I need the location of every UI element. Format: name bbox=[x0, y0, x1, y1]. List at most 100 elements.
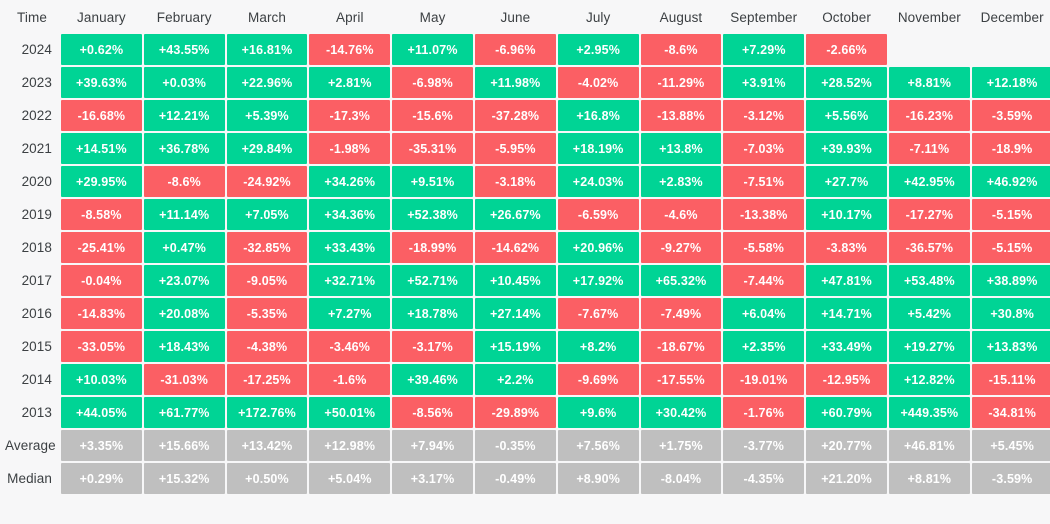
heatmap-cell[interactable]: -7.51% bbox=[723, 166, 804, 197]
heatmap-cell[interactable]: +60.79% bbox=[806, 397, 887, 428]
heatmap-cell[interactable]: -31.03% bbox=[144, 364, 225, 395]
heatmap-cell[interactable]: -25.41% bbox=[61, 232, 142, 263]
heatmap-cell[interactable]: +8.90% bbox=[558, 463, 639, 494]
heatmap-cell[interactable]: +5.56% bbox=[806, 100, 887, 131]
heatmap-cell[interactable]: +11.14% bbox=[144, 199, 225, 230]
heatmap-cell[interactable]: -0.49% bbox=[475, 463, 556, 494]
heatmap-cell[interactable]: +44.05% bbox=[61, 397, 142, 428]
heatmap-cell[interactable]: +13.83% bbox=[972, 331, 1050, 362]
heatmap-cell[interactable]: +46.81% bbox=[889, 430, 970, 461]
heatmap-cell[interactable]: +65.32% bbox=[641, 265, 722, 296]
heatmap-cell[interactable]: -34.81% bbox=[972, 397, 1050, 428]
heatmap-cell[interactable]: -35.31% bbox=[392, 133, 473, 164]
heatmap-cell[interactable]: +15.19% bbox=[475, 331, 556, 362]
heatmap-cell[interactable]: -4.38% bbox=[227, 331, 308, 362]
heatmap-cell[interactable]: -14.62% bbox=[475, 232, 556, 263]
heatmap-cell[interactable]: +172.76% bbox=[227, 397, 308, 428]
heatmap-cell[interactable]: +34.36% bbox=[309, 199, 390, 230]
heatmap-cell[interactable] bbox=[972, 34, 1050, 65]
heatmap-cell[interactable]: +7.29% bbox=[723, 34, 804, 65]
heatmap-cell[interactable]: -9.69% bbox=[558, 364, 639, 395]
heatmap-cell[interactable]: -14.83% bbox=[61, 298, 142, 329]
heatmap-cell[interactable]: +33.43% bbox=[309, 232, 390, 263]
heatmap-cell[interactable]: +9.51% bbox=[392, 166, 473, 197]
heatmap-cell[interactable]: +0.50% bbox=[227, 463, 308, 494]
heatmap-cell[interactable]: +39.63% bbox=[61, 67, 142, 98]
heatmap-cell[interactable]: +3.91% bbox=[723, 67, 804, 98]
heatmap-cell[interactable]: -8.6% bbox=[144, 166, 225, 197]
heatmap-cell[interactable]: -9.27% bbox=[641, 232, 722, 263]
heatmap-cell[interactable]: +12.21% bbox=[144, 100, 225, 131]
heatmap-cell[interactable]: -18.67% bbox=[641, 331, 722, 362]
heatmap-cell[interactable]: +12.18% bbox=[972, 67, 1050, 98]
heatmap-cell[interactable]: +26.67% bbox=[475, 199, 556, 230]
heatmap-cell[interactable]: +61.77% bbox=[144, 397, 225, 428]
heatmap-cell[interactable]: +34.26% bbox=[309, 166, 390, 197]
heatmap-cell[interactable]: +6.04% bbox=[723, 298, 804, 329]
heatmap-cell[interactable]: +20.08% bbox=[144, 298, 225, 329]
heatmap-cell[interactable]: -6.98% bbox=[392, 67, 473, 98]
heatmap-cell[interactable]: +15.32% bbox=[144, 463, 225, 494]
heatmap-cell[interactable]: -1.76% bbox=[723, 397, 804, 428]
heatmap-cell[interactable]: -6.96% bbox=[475, 34, 556, 65]
heatmap-cell[interactable]: +53.48% bbox=[889, 265, 970, 296]
heatmap-cell[interactable]: +14.51% bbox=[61, 133, 142, 164]
heatmap-cell[interactable]: -19.01% bbox=[723, 364, 804, 395]
heatmap-cell[interactable]: -5.15% bbox=[972, 232, 1050, 263]
heatmap-cell[interactable]: -13.38% bbox=[723, 199, 804, 230]
heatmap-cell[interactable]: -16.23% bbox=[889, 100, 970, 131]
heatmap-cell[interactable]: +23.07% bbox=[144, 265, 225, 296]
heatmap-cell[interactable]: +12.82% bbox=[889, 364, 970, 395]
heatmap-cell[interactable]: -17.55% bbox=[641, 364, 722, 395]
heatmap-cell[interactable]: -9.05% bbox=[227, 265, 308, 296]
heatmap-cell[interactable]: +13.8% bbox=[641, 133, 722, 164]
heatmap-cell[interactable]: -3.17% bbox=[392, 331, 473, 362]
heatmap-cell[interactable]: -14.76% bbox=[309, 34, 390, 65]
heatmap-cell[interactable]: -32.85% bbox=[227, 232, 308, 263]
heatmap-cell[interactable]: +5.42% bbox=[889, 298, 970, 329]
heatmap-cell[interactable]: +8.81% bbox=[889, 463, 970, 494]
heatmap-cell[interactable]: +20.96% bbox=[558, 232, 639, 263]
heatmap-cell[interactable]: +18.19% bbox=[558, 133, 639, 164]
heatmap-cell[interactable]: +0.03% bbox=[144, 67, 225, 98]
heatmap-cell[interactable]: -5.95% bbox=[475, 133, 556, 164]
heatmap-cell[interactable]: +20.77% bbox=[806, 430, 887, 461]
heatmap-cell[interactable]: -36.57% bbox=[889, 232, 970, 263]
heatmap-cell[interactable]: +11.98% bbox=[475, 67, 556, 98]
heatmap-cell[interactable]: +16.8% bbox=[558, 100, 639, 131]
heatmap-cell[interactable]: +43.55% bbox=[144, 34, 225, 65]
heatmap-cell[interactable]: +10.45% bbox=[475, 265, 556, 296]
heatmap-cell[interactable]: +12.98% bbox=[309, 430, 390, 461]
heatmap-cell[interactable]: -5.58% bbox=[723, 232, 804, 263]
heatmap-cell[interactable]: -4.02% bbox=[558, 67, 639, 98]
heatmap-cell[interactable]: +2.81% bbox=[309, 67, 390, 98]
heatmap-cell[interactable]: -3.59% bbox=[972, 100, 1050, 131]
heatmap-cell[interactable] bbox=[889, 34, 970, 65]
heatmap-cell[interactable]: -3.46% bbox=[309, 331, 390, 362]
heatmap-cell[interactable]: -29.89% bbox=[475, 397, 556, 428]
heatmap-cell[interactable]: -3.18% bbox=[475, 166, 556, 197]
heatmap-cell[interactable]: -24.92% bbox=[227, 166, 308, 197]
heatmap-cell[interactable]: +7.94% bbox=[392, 430, 473, 461]
heatmap-cell[interactable]: +7.05% bbox=[227, 199, 308, 230]
heatmap-cell[interactable]: +27.7% bbox=[806, 166, 887, 197]
heatmap-cell[interactable]: +0.47% bbox=[144, 232, 225, 263]
heatmap-cell[interactable]: -18.9% bbox=[972, 133, 1050, 164]
heatmap-cell[interactable]: +7.56% bbox=[558, 430, 639, 461]
heatmap-cell[interactable]: -6.59% bbox=[558, 199, 639, 230]
heatmap-cell[interactable]: -15.11% bbox=[972, 364, 1050, 395]
heatmap-cell[interactable]: -3.77% bbox=[723, 430, 804, 461]
heatmap-cell[interactable]: -3.83% bbox=[806, 232, 887, 263]
heatmap-cell[interactable]: +16.81% bbox=[227, 34, 308, 65]
heatmap-cell[interactable]: -18.99% bbox=[392, 232, 473, 263]
heatmap-cell[interactable]: -11.29% bbox=[641, 67, 722, 98]
heatmap-cell[interactable]: -7.49% bbox=[641, 298, 722, 329]
heatmap-cell[interactable]: +5.04% bbox=[309, 463, 390, 494]
heatmap-cell[interactable]: +46.92% bbox=[972, 166, 1050, 197]
heatmap-cell[interactable]: +50.01% bbox=[309, 397, 390, 428]
heatmap-cell[interactable]: -17.3% bbox=[309, 100, 390, 131]
heatmap-cell[interactable]: -33.05% bbox=[61, 331, 142, 362]
heatmap-cell[interactable]: -13.88% bbox=[641, 100, 722, 131]
heatmap-cell[interactable]: +24.03% bbox=[558, 166, 639, 197]
heatmap-cell[interactable]: +18.43% bbox=[144, 331, 225, 362]
